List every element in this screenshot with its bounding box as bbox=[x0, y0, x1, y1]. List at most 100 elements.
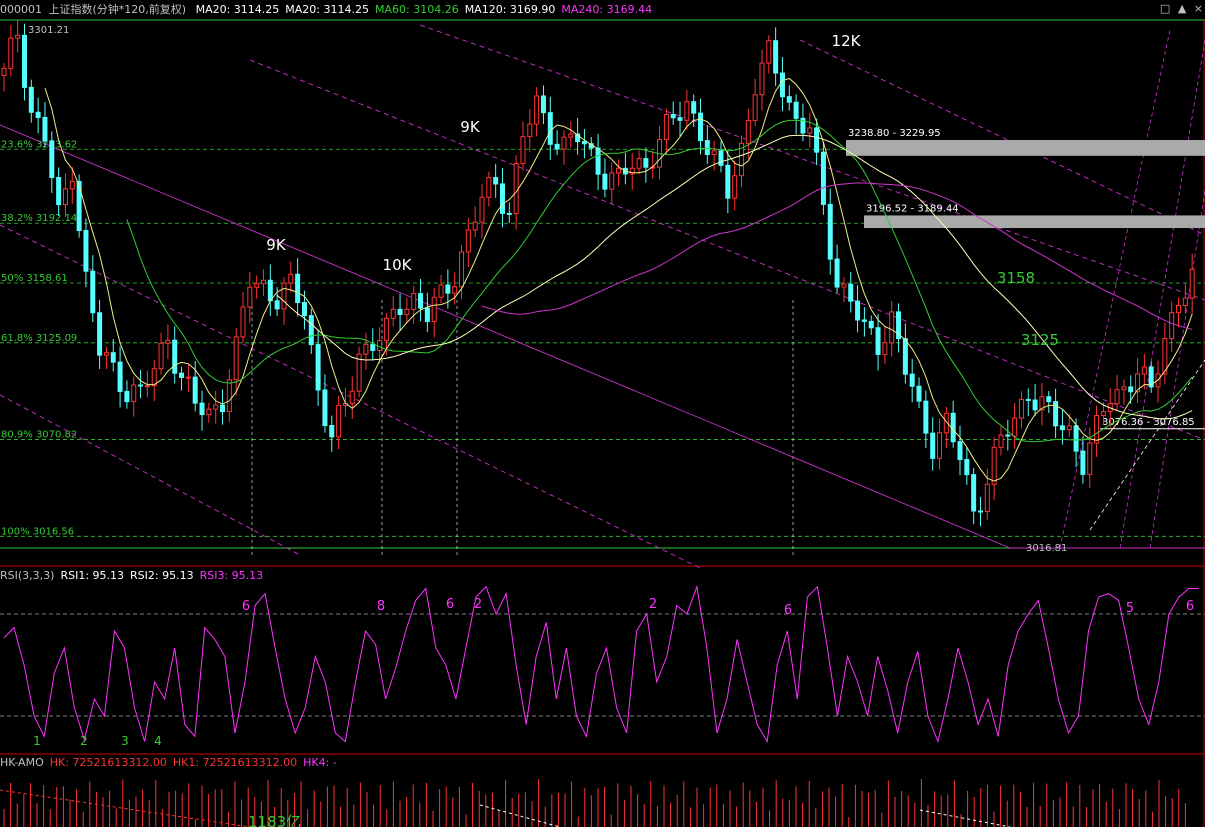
candle-body-65 bbox=[445, 284, 451, 294]
candle-body-142 bbox=[971, 474, 977, 512]
up-button[interactable]: ▲ bbox=[1178, 2, 1186, 15]
candle-body-34 bbox=[233, 336, 239, 381]
candle-body-12 bbox=[83, 230, 89, 272]
candle-body-83 bbox=[568, 133, 574, 138]
header-indicator-3: MA120: 3169.90 bbox=[464, 3, 556, 16]
candle-body-129 bbox=[882, 342, 888, 355]
candle-body-115 bbox=[786, 96, 792, 103]
count-label-1: 10K bbox=[383, 256, 413, 274]
header-indicator-2: MA60: 3104.26 bbox=[374, 3, 459, 16]
amo-panel: 1183亿 bbox=[0, 779, 1186, 827]
amo-indicator-3: HK4: - bbox=[303, 756, 337, 769]
candle-body-73 bbox=[499, 183, 505, 214]
candle-body-87 bbox=[595, 147, 601, 175]
candle-body-25 bbox=[172, 339, 178, 374]
candle-body-134 bbox=[916, 385, 922, 402]
candle-body-72 bbox=[493, 177, 499, 185]
candle-body-24 bbox=[165, 339, 171, 344]
rsi-label-1: 8 bbox=[377, 599, 385, 614]
candle-body-140 bbox=[957, 441, 963, 460]
candle-body-160 bbox=[1094, 415, 1100, 444]
candle-body-79 bbox=[540, 95, 546, 114]
candle-body-1 bbox=[8, 37, 14, 69]
candle-body-16 bbox=[110, 352, 116, 363]
gap-label-2: 3076.36 - 3076.85 bbox=[1102, 417, 1195, 428]
candle-body-127 bbox=[868, 320, 874, 329]
candle-body-119 bbox=[814, 127, 820, 153]
candle-body-161 bbox=[1100, 411, 1106, 417]
candle-body-105 bbox=[718, 150, 724, 166]
candle-body-31 bbox=[213, 404, 219, 410]
restore-button[interactable]: □ bbox=[1160, 2, 1170, 15]
candle-body-78 bbox=[534, 95, 540, 125]
header-indicator-0: MA20: 3114.25 bbox=[195, 3, 280, 16]
candle-body-107 bbox=[732, 175, 738, 199]
candle-body-148 bbox=[1012, 417, 1018, 437]
candle-body-157 bbox=[1073, 425, 1079, 452]
kline-chart[interactable]: 23.6% 3233.6238.2% 3192.1450% 3158.6161.… bbox=[0, 0, 1205, 827]
candle-body-159 bbox=[1087, 442, 1093, 475]
fib-label-5: 100% 3016.56 bbox=[1, 526, 74, 537]
trend-channels bbox=[0, 24, 1205, 569]
channel-line-3 bbox=[419, 24, 1205, 301]
header-indicator-4: MA240: 3169.44 bbox=[561, 3, 653, 16]
main-header: 000001 上证指数(分钟*120,前复权) MA20: 3114.25 MA2… bbox=[0, 3, 664, 17]
amo-indicator-1: HK: 72521613312.00 bbox=[49, 756, 167, 769]
candle-body-69 bbox=[472, 221, 478, 231]
candle-body-98 bbox=[670, 113, 676, 119]
candle-body-124 bbox=[848, 283, 854, 302]
candle-body-93 bbox=[636, 158, 642, 169]
fib-label-2: 50% 3158.61 bbox=[1, 273, 68, 284]
candle-body-116 bbox=[793, 101, 799, 119]
candle-body-21 bbox=[144, 385, 150, 388]
candle-body-49 bbox=[336, 404, 342, 438]
candle-body-121 bbox=[827, 203, 833, 260]
rsi-label-5: 6 bbox=[784, 603, 792, 618]
rsi-indicator-2: RSI2: 95.13 bbox=[130, 569, 194, 582]
rsi-bottom-label-2: 3 bbox=[121, 734, 129, 748]
candle-body-112 bbox=[766, 40, 772, 64]
count-label-0: 9K bbox=[266, 236, 287, 254]
window-controls: □ ▲ × bbox=[1156, 2, 1203, 15]
candle-body-30 bbox=[206, 408, 212, 416]
rsi-label-7: 6 bbox=[1186, 599, 1194, 614]
rsi-bottom-label-3: 4 bbox=[154, 734, 162, 748]
key-level-0: 3158 bbox=[997, 269, 1035, 287]
rsi-label-4: 2 bbox=[649, 597, 657, 612]
candle-body-36 bbox=[247, 286, 253, 308]
candle-body-33 bbox=[226, 379, 232, 413]
gap-box-1 bbox=[864, 215, 1205, 229]
candle-body-39 bbox=[267, 279, 273, 302]
rsi-label-6: 5 bbox=[1126, 601, 1134, 616]
candle-body-14 bbox=[97, 312, 103, 356]
stock-code: 000001 bbox=[0, 3, 42, 16]
candle-body-43 bbox=[295, 273, 301, 304]
candle-body-149 bbox=[1018, 398, 1024, 419]
candle-body-109 bbox=[745, 119, 751, 144]
candle-body-70 bbox=[479, 196, 485, 223]
rsi-label-0: 6 bbox=[242, 599, 250, 614]
candle-body-64 bbox=[438, 284, 444, 298]
candle-body-75 bbox=[513, 163, 519, 215]
candle-body-147 bbox=[1005, 434, 1011, 437]
candle-body-82 bbox=[561, 136, 567, 150]
candle-body-97 bbox=[663, 113, 669, 141]
candle-body-146 bbox=[998, 434, 1004, 448]
count-label-2: 9K bbox=[460, 118, 481, 136]
candle-body-71 bbox=[486, 177, 492, 198]
candle-body-123 bbox=[841, 283, 847, 288]
candle-body-126 bbox=[861, 319, 867, 322]
low-label: 3016.81 bbox=[1026, 543, 1067, 554]
header-indicator-1: MA20: 3114.25 bbox=[285, 3, 369, 16]
candle-body-56 bbox=[383, 317, 389, 342]
candle-body-114 bbox=[779, 72, 785, 98]
candle-body-13 bbox=[90, 270, 96, 314]
rsi-label-2: 6 bbox=[446, 597, 454, 612]
candle-body-46 bbox=[315, 344, 321, 391]
candle-body-165 bbox=[1128, 386, 1134, 393]
close-button[interactable]: × bbox=[1194, 2, 1203, 15]
candle-body-18 bbox=[124, 390, 130, 403]
candle-body-137 bbox=[937, 432, 943, 459]
candle-body-156 bbox=[1066, 425, 1072, 431]
candle-body-10 bbox=[69, 180, 75, 190]
